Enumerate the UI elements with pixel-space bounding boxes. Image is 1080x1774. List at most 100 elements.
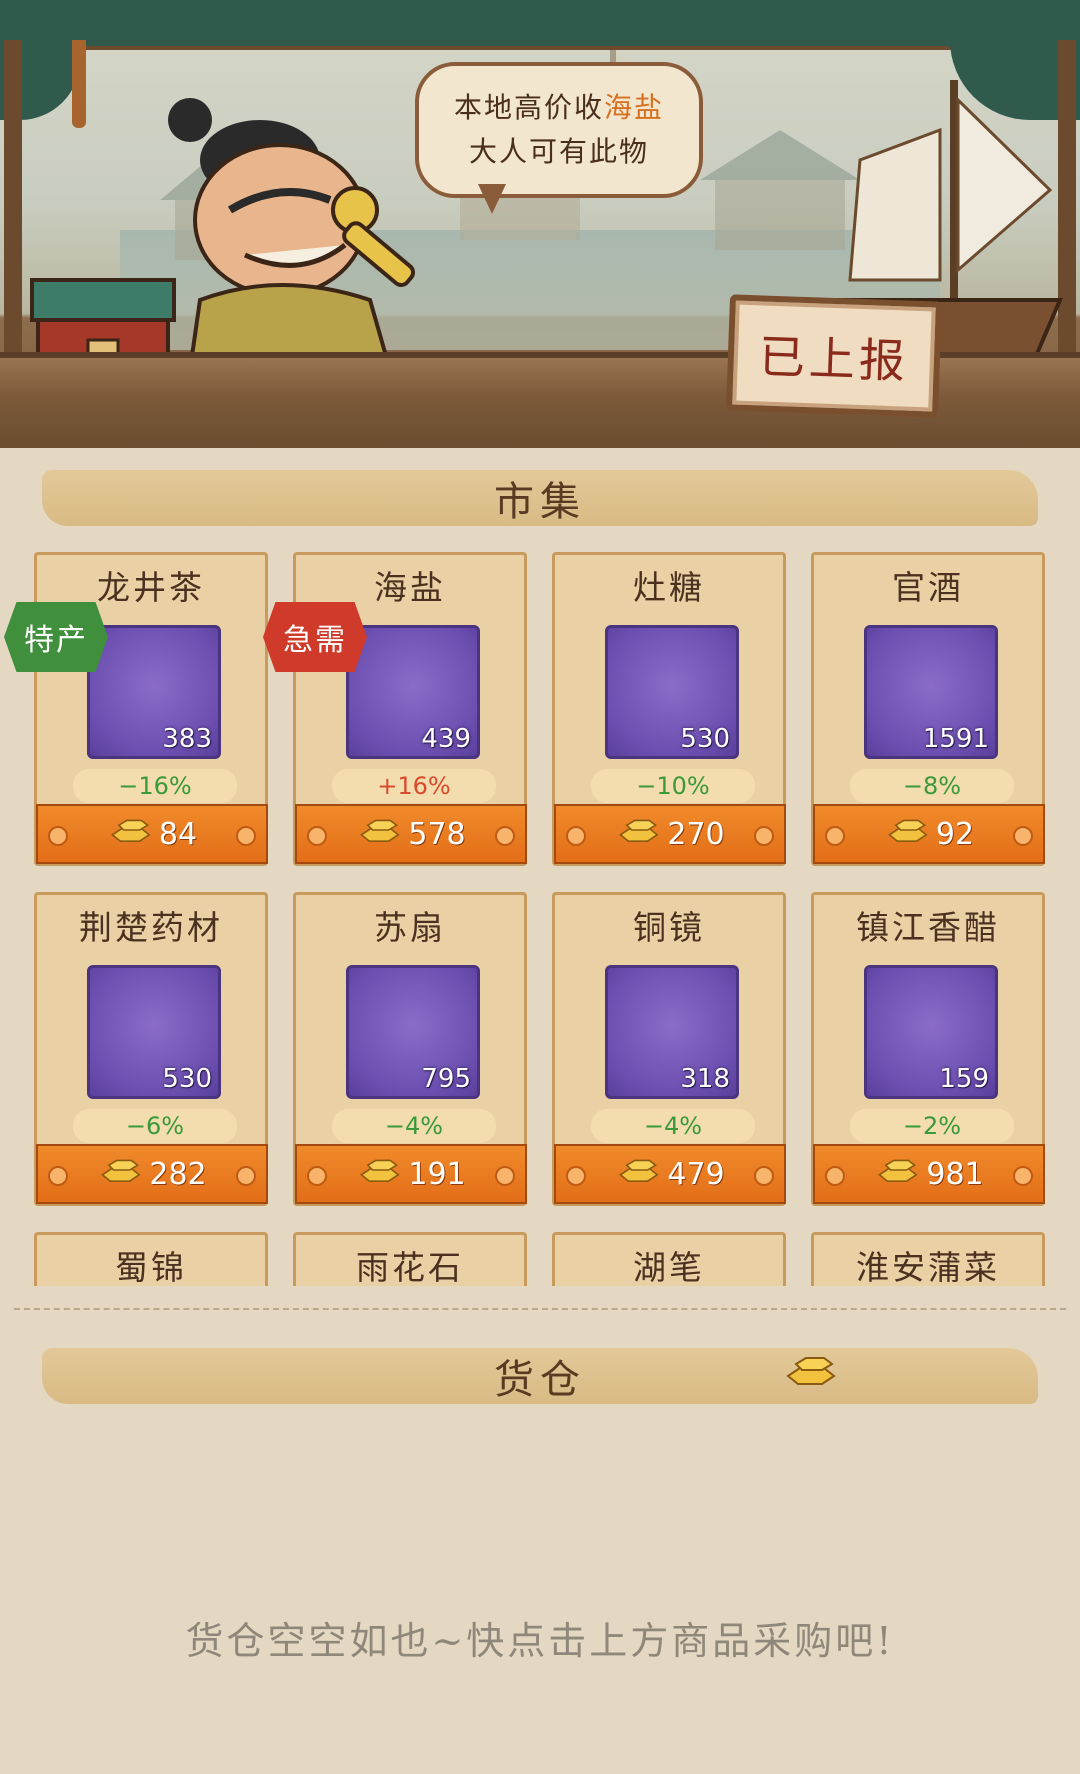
- item-name: 镇江香醋: [856, 908, 1000, 947]
- decor-dot: [1013, 826, 1033, 846]
- market-item-card[interactable]: 海盐 439 +16% 578: [293, 552, 527, 866]
- price-change: −16%: [73, 769, 237, 803]
- vinegar-jar-icon: 159: [864, 965, 998, 1099]
- item-price: 282: [149, 1156, 207, 1192]
- market-header: 市集: [42, 470, 1038, 526]
- speech-line2: 大人可有此物: [468, 135, 649, 168]
- item-name: 淮安蒲菜: [856, 1248, 1000, 1286]
- gold-ingot-icon: [356, 814, 402, 854]
- decor-dot: [754, 1166, 774, 1186]
- market-grid[interactable]: 龙井茶 383 −16% 84 特产 海盐 439 +16% 578 急需 灶糖 530 −10% 270…: [0, 548, 1080, 1286]
- decor-dot: [495, 1166, 515, 1186]
- price-change: +16%: [332, 769, 496, 803]
- item-name: 苏扇: [374, 908, 446, 947]
- gold-ingot-icon: [884, 814, 930, 854]
- decor-dot: [236, 1166, 256, 1186]
- decor-dot: [495, 826, 515, 846]
- market-title: 市集: [494, 479, 586, 525]
- item-tag-badge: 特产: [4, 602, 108, 672]
- item-stock: 159: [939, 1064, 989, 1094]
- market-item-card[interactable]: 苏扇 795 −4% 191: [293, 892, 527, 1206]
- market-item-card[interactable]: 雨花石: [293, 1232, 527, 1286]
- item-price: 84: [158, 816, 198, 852]
- section-divider: [14, 1308, 1066, 1310]
- tassel-icon: [72, 40, 86, 128]
- gold-ingot-icon: [97, 1154, 143, 1194]
- gold-ingot-icon: [786, 1357, 836, 1385]
- wine-vase-icon: 1591: [864, 625, 998, 759]
- item-price: 191: [408, 1156, 466, 1192]
- item-name: 龙井茶: [97, 568, 205, 607]
- speech-highlight-item: 海盐: [604, 91, 665, 124]
- item-name: 雨花石: [356, 1248, 464, 1286]
- bamboo-fan-icon: 795: [346, 965, 480, 1099]
- stall-post-left: [4, 40, 22, 370]
- speech-line1-prefix: 本地高价收: [453, 91, 604, 124]
- item-tag-badge: 急需: [263, 602, 367, 672]
- item-name: 铜镜: [633, 908, 705, 947]
- buy-price-button[interactable]: 981: [813, 1144, 1045, 1204]
- item-stock: 795: [421, 1064, 471, 1094]
- salt-jar-icon: 439: [346, 625, 480, 759]
- decor-dot: [1013, 1166, 1033, 1186]
- buy-price-button[interactable]: 578: [295, 804, 527, 864]
- gold-ingot-icon: [107, 814, 153, 854]
- item-name: 海盐: [374, 568, 446, 607]
- item-stock: 1591: [922, 724, 989, 754]
- market-item-card[interactable]: 铜镜 318 −4% 479: [552, 892, 786, 1206]
- item-name: 湖笔: [633, 1248, 705, 1286]
- decor-dot: [236, 826, 256, 846]
- gold-ingot-icon: [874, 1154, 920, 1194]
- item-name: 蜀锦: [115, 1248, 187, 1286]
- decor-dot: [48, 826, 68, 846]
- market-item-card[interactable]: 蜀锦: [34, 1232, 268, 1286]
- buy-price-button[interactable]: 92: [813, 804, 1045, 864]
- herb-basket-icon: 530: [87, 965, 221, 1099]
- item-stock: 530: [680, 724, 730, 754]
- decor-dot: [307, 1166, 327, 1186]
- market-item-card[interactable]: 龙井茶 383 −16% 84: [34, 552, 268, 866]
- price-change: −10%: [591, 769, 755, 803]
- item-price: 479: [667, 1156, 725, 1192]
- buy-price-button[interactable]: 479: [554, 1144, 786, 1204]
- candy-plate-icon: 530: [605, 625, 739, 759]
- decor-dot: [825, 1166, 845, 1186]
- price-change: −2%: [850, 1109, 1014, 1143]
- speech-bubble: 本地高价收海盐 大人可有此物: [415, 62, 703, 198]
- decor-dot: [307, 826, 327, 846]
- item-name: 荆楚药材: [79, 908, 223, 947]
- item-price: 92: [935, 816, 975, 852]
- reported-sign[interactable]: 已上报: [726, 294, 942, 418]
- buy-price-button[interactable]: 270: [554, 804, 786, 864]
- bronze-mirror-icon: 318: [605, 965, 739, 1099]
- warehouse-empty-message: 货仓空空如也~快点击上方商品采购吧!: [185, 1619, 895, 1663]
- item-price: 270: [667, 816, 725, 852]
- market-item-card[interactable]: 官酒 1591 −8% 92: [811, 552, 1045, 866]
- merchant-banner: 本地高价收海盐 大人可有此物 已上报: [0, 0, 1080, 448]
- decor-dot: [754, 826, 774, 846]
- item-price: 981: [926, 1156, 984, 1192]
- speech-bubble-tail: [478, 184, 506, 214]
- decor-dot: [566, 826, 586, 846]
- buy-price-button[interactable]: 191: [295, 1144, 527, 1204]
- market-item-card[interactable]: 湖笔: [552, 1232, 786, 1286]
- buy-price-button[interactable]: 84: [36, 804, 268, 864]
- decor-dot: [566, 1166, 586, 1186]
- price-change: −6%: [73, 1109, 237, 1143]
- item-name: 官酒: [892, 568, 964, 607]
- curtain-valance: [0, 0, 1080, 50]
- market-item-card[interactable]: 灶糖 530 −10% 270: [552, 552, 786, 866]
- warehouse-title: 货仓: [494, 1357, 586, 1403]
- market-item-card[interactable]: 淮安蒲菜: [811, 1232, 1045, 1286]
- price-change: −4%: [591, 1109, 755, 1143]
- buy-price-button[interactable]: 282: [36, 1144, 268, 1204]
- market-item-card[interactable]: 镇江香醋 159 −2% 981: [811, 892, 1045, 1206]
- price-change: −4%: [332, 1109, 496, 1143]
- market-item-card[interactable]: 荆楚药材 530 −6% 282: [34, 892, 268, 1206]
- gold-ingot-icon: [356, 1154, 402, 1194]
- item-stock: 383: [162, 724, 212, 754]
- item-stock: 530: [162, 1064, 212, 1094]
- warehouse-header: 货仓: [42, 1348, 1038, 1404]
- gold-ingot-icon: [615, 814, 661, 854]
- item-stock: 318: [680, 1064, 730, 1094]
